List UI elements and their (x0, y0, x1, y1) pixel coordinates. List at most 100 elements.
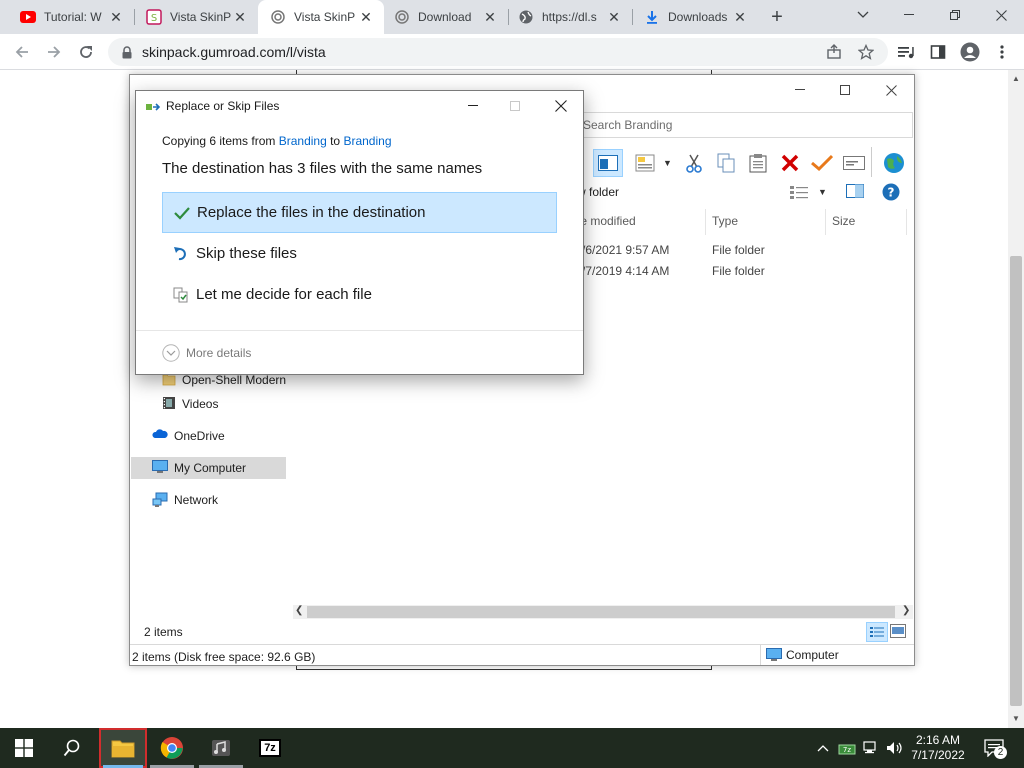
taskbar-media-app[interactable] (197, 728, 245, 768)
search-box[interactable]: Search Branding (576, 112, 913, 138)
rename-button[interactable] (841, 151, 867, 175)
column-date-modified[interactable]: te modified (577, 214, 636, 228)
tab-search-icon[interactable] (840, 0, 886, 30)
chevron-up-icon (817, 745, 829, 752)
notifications-button[interactable]: 2 (976, 728, 1012, 768)
view-options-button[interactable]: ▼ (790, 183, 830, 201)
to-word: to (326, 134, 344, 148)
forward-icon[interactable] (40, 38, 68, 66)
status-disk-space: 2 items (Disk free space: 92.6 GB) (132, 650, 316, 664)
new-tab-button[interactable]: + (764, 4, 790, 30)
profile-avatar-icon[interactable] (956, 38, 984, 66)
source-folder-link[interactable]: Branding (279, 134, 327, 148)
delete-button[interactable] (779, 151, 801, 175)
film-icon (162, 396, 176, 412)
clock-date: 7/17/2022 (911, 748, 965, 762)
skip-files-option[interactable]: Skip these files (162, 233, 557, 274)
minimize-icon[interactable] (458, 97, 488, 115)
nav-label: Open-Shell Modern (182, 373, 287, 387)
search-button[interactable] (48, 728, 96, 768)
search-icon (63, 739, 80, 757)
scroll-right-icon[interactable]: ❯ (902, 605, 910, 616)
taskbar-chrome[interactable] (148, 728, 196, 768)
close-window-icon[interactable] (978, 0, 1024, 30)
gumroad-spiral-icon (270, 9, 286, 25)
scroll-down-icon[interactable]: ▼ (1012, 714, 1020, 723)
page-scrollbar-thumb[interactable] (1010, 256, 1022, 706)
close-tab-icon[interactable]: ✕ (732, 9, 748, 25)
minimize-icon[interactable] (785, 81, 815, 99)
destination-folder-link[interactable]: Branding (343, 134, 391, 148)
decide-each-file-option[interactable]: Let me decide for each file (162, 274, 557, 315)
restore-icon[interactable] (932, 0, 978, 30)
network-globe-button[interactable] (880, 149, 908, 177)
tab-tutorial[interactable]: Tutorial: W ✕ (0, 0, 134, 34)
close-tab-icon[interactable]: ✕ (358, 9, 374, 25)
clock[interactable]: 2:16 AM 7/17/2022 (908, 728, 968, 768)
ethernet-icon[interactable] (860, 728, 882, 768)
row-1-type[interactable]: File folder (712, 243, 765, 257)
lock-icon[interactable] (122, 45, 132, 59)
side-panel-icon[interactable] (924, 38, 952, 66)
layout-dropdown-button[interactable]: ▼ (635, 151, 673, 175)
nav-item-onedrive[interactable]: OneDrive (152, 425, 225, 447)
gumroad-spiral-icon (394, 9, 410, 25)
nav-item-network[interactable]: Network (152, 489, 218, 511)
taskbar-7zip[interactable]: 7z (246, 728, 294, 768)
more-details-label: More details (186, 346, 252, 360)
address-bar[interactable]: skinpack.gumroad.com/l/vista (108, 38, 888, 66)
show-hidden-icons-button[interactable] (812, 728, 834, 768)
large-icons-icon (890, 624, 906, 638)
share-icon[interactable] (820, 38, 848, 66)
minimize-icon[interactable] (886, 0, 932, 30)
tab-download[interactable]: Download ✕ (384, 0, 508, 34)
back-icon[interactable] (8, 38, 36, 66)
tab-dl-url[interactable]: https://dl.s ✕ (508, 0, 632, 34)
row-2-type[interactable]: File folder (712, 264, 765, 278)
cut-button[interactable] (683, 151, 705, 175)
scroll-left-icon[interactable]: ❮ (295, 605, 303, 616)
paste-button[interactable] (747, 151, 769, 175)
replace-files-option[interactable]: Replace the files in the destination (162, 192, 557, 233)
column-size[interactable]: Size (832, 214, 855, 228)
column-type[interactable]: Type (712, 214, 738, 228)
close-tab-icon[interactable]: ✕ (108, 9, 124, 25)
notification-count-badge: 2 (994, 746, 1007, 759)
items-count: 2 items (144, 625, 183, 639)
tab-title: Download (418, 10, 472, 24)
close-window-icon[interactable] (876, 81, 906, 99)
folder-icon (111, 740, 135, 758)
nav-item-videos[interactable]: Videos (162, 393, 218, 415)
reload-icon[interactable] (72, 38, 100, 66)
volume-icon[interactable] (884, 728, 906, 768)
close-tab-icon[interactable]: ✕ (482, 9, 498, 25)
search-placeholder: Search Branding (583, 118, 673, 132)
row-2-date[interactable]: /7/2019 4:14 AM (582, 264, 669, 278)
start-button[interactable] (0, 728, 48, 768)
close-tab-icon[interactable]: ✕ (606, 9, 622, 25)
tab-downloads[interactable]: Downloads ✕ (632, 0, 758, 34)
nav-item-my-computer[interactable]: My Computer (152, 457, 246, 479)
skip-arrow-icon (172, 245, 190, 263)
close-tab-icon[interactable]: ✕ (232, 9, 248, 25)
more-menu-icon[interactable] (988, 38, 1016, 66)
taskbar-file-explorer[interactable] (99, 728, 147, 768)
tab-vista-skinpack-1[interactable]: S Vista SkinP ✕ (134, 0, 258, 34)
help-button[interactable]: ? (882, 183, 900, 201)
tray-app-icon[interactable]: 7z (836, 728, 858, 768)
row-1-date[interactable]: /6/2021 9:57 AM (582, 243, 669, 257)
scroll-up-icon[interactable]: ▲ (1012, 74, 1020, 83)
details-view-button[interactable] (866, 622, 888, 642)
media-control-icon[interactable] (892, 38, 920, 66)
preview-pane-toggle[interactable] (846, 184, 864, 200)
more-details-toggle[interactable]: More details (162, 344, 251, 362)
horizontal-scrollbar-thumb[interactable] (307, 606, 895, 618)
large-icons-view-button[interactable] (890, 624, 908, 640)
copy-button[interactable] (715, 151, 737, 175)
close-dialog-icon[interactable] (546, 97, 576, 115)
maximize-icon[interactable] (830, 81, 860, 99)
preview-pane-button[interactable] (593, 149, 623, 177)
properties-check-button[interactable] (809, 151, 835, 175)
tab-vista-skinpack-active[interactable]: Vista SkinP ✕ (258, 0, 384, 34)
bookmark-star-icon[interactable] (852, 38, 880, 66)
